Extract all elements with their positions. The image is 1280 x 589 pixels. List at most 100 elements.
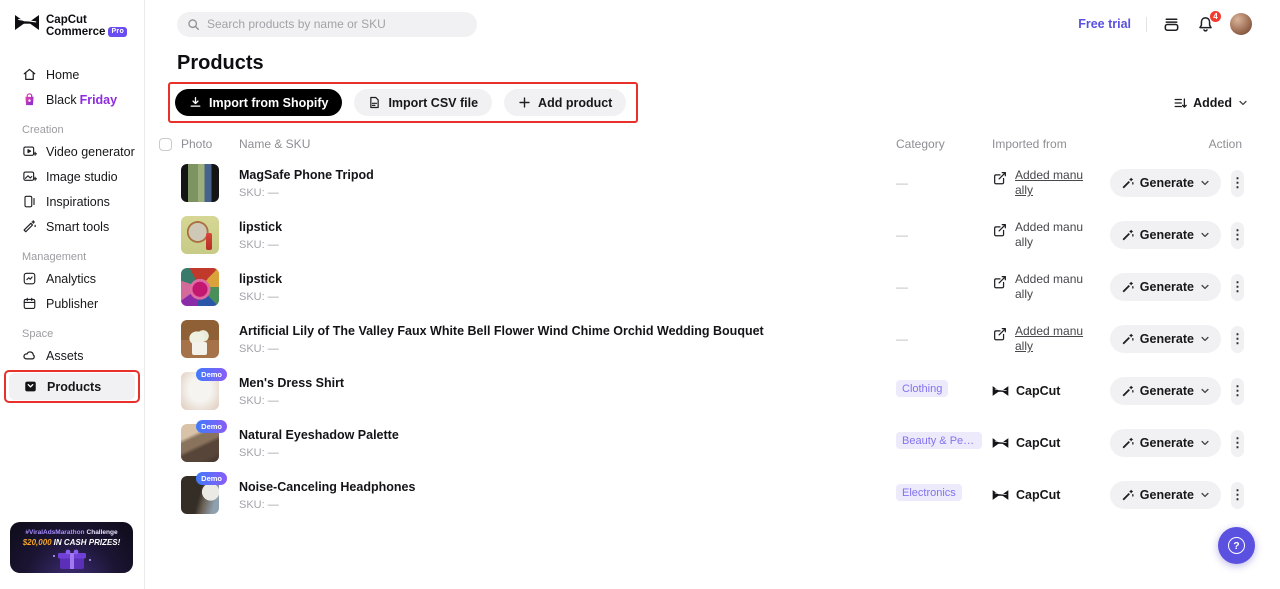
sidebar-item-publisher[interactable]: Publisher	[8, 291, 136, 316]
imported-manual-label[interactable]: Added manually	[1015, 168, 1087, 198]
generate-button[interactable]: Generate	[1109, 273, 1221, 301]
product-name: MagSafe Phone Tripod	[239, 167, 374, 182]
sidebar-item-home[interactable]: Home	[8, 62, 136, 87]
imported-manual: Added manually	[992, 272, 1087, 302]
capcut-logo-icon	[15, 15, 39, 30]
sidebar-item-black-friday[interactable]: Black Friday	[8, 87, 136, 112]
sidebar-item-label: Video generator	[46, 144, 135, 159]
more-options-button[interactable]: ⋮	[1231, 325, 1244, 353]
import-csv-button[interactable]: Import CSV file	[354, 89, 493, 116]
sku-value: —	[267, 394, 279, 407]
cloud-icon	[23, 351, 35, 360]
sidebar-item-image-studio[interactable]: Image studio	[8, 164, 136, 189]
sidebar-item-video-generator[interactable]: Video generator	[8, 139, 136, 164]
generate-label: Generate	[1139, 280, 1194, 294]
imported-cell: CapCut	[992, 488, 1118, 502]
category-empty: —	[896, 280, 908, 294]
video-generator-icon	[23, 146, 37, 156]
import-shopify-label: Import from Shopify	[209, 95, 329, 110]
sort-dropdown[interactable]: Added	[1173, 96, 1248, 110]
generate-button[interactable]: Generate	[1109, 221, 1221, 249]
section-label-space: Space	[22, 328, 54, 341]
plus-icon	[519, 97, 530, 108]
printer-icon[interactable]	[1162, 15, 1181, 34]
generate-button[interactable]: Generate	[1109, 481, 1221, 509]
search-input[interactable]	[207, 17, 467, 31]
help-button[interactable]: ?	[1218, 527, 1255, 564]
sku-value: —	[267, 498, 279, 511]
file-icon	[370, 96, 380, 109]
toolbar-row: Import from Shopify Import CSV file Add …	[168, 82, 1280, 123]
sidebar-item-inspirations[interactable]: Inspirations	[8, 189, 136, 214]
avatar[interactable]	[1230, 13, 1252, 35]
demo-badge: Demo	[196, 368, 227, 381]
action-cell: Generate ⋮	[1109, 221, 1244, 249]
magic-wand-icon	[1122, 333, 1134, 344]
imported-capcut-label: CapCut	[1016, 436, 1061, 450]
sku-label: SKU:	[239, 186, 265, 199]
chevron-down-icon	[1201, 388, 1209, 394]
main-area: Free trial 4 Products	[146, 0, 1280, 589]
more-options-button[interactable]: ⋮	[1231, 273, 1244, 301]
capcut-commerce-logo: CapCut Commerce Pro	[0, 0, 144, 38]
product-photo	[181, 216, 219, 254]
notifications-button[interactable]: 4	[1196, 9, 1222, 34]
capcut-logo-icon	[992, 438, 1009, 448]
annotation-box-toolbar: Import from Shopify Import CSV file Add …	[168, 82, 639, 123]
more-options-button[interactable]: ⋮	[1231, 169, 1244, 197]
import-csv-label: Import CSV file	[388, 95, 479, 110]
imported-manual-label[interactable]: Added manually	[1015, 272, 1087, 302]
generate-button[interactable]: Generate	[1109, 377, 1221, 405]
imported-cell: Added manually	[992, 272, 1118, 302]
sidebar-item-smart-tools[interactable]: Smart tools	[8, 214, 136, 239]
inspirations-icon	[24, 195, 35, 208]
sidebar-item-assets[interactable]: Assets	[8, 343, 136, 368]
product-sku: SKU: —	[239, 187, 884, 199]
select-all-checkbox[interactable]	[159, 137, 172, 151]
imported-cell: Added manually	[992, 168, 1118, 198]
table-row: lipstick SKU: — — Added manually Generat…	[157, 209, 1244, 261]
section-label-management: Management	[22, 251, 87, 264]
category-empty: —	[896, 332, 908, 346]
generate-button[interactable]: Generate	[1109, 325, 1221, 353]
kebab-icon: ⋮	[1231, 175, 1244, 190]
name-cell: lipstick SKU: —	[239, 272, 896, 303]
sidebar-item-label: Smart tools	[46, 219, 110, 234]
product-photo-wrap: Demo	[181, 472, 227, 514]
header-category: Category	[896, 137, 945, 151]
more-options-button[interactable]: ⋮	[1231, 221, 1244, 249]
page-title: Products	[177, 52, 264, 74]
sidebar-item-analytics[interactable]: Analytics	[8, 266, 136, 291]
analytics-icon	[23, 272, 36, 285]
promo-banner[interactable]: #ViralAdsMarathon Challenge $20,000 IN CAS…	[10, 522, 133, 573]
product-name: Artificial Lily of The Valley Faux White…	[239, 323, 764, 338]
imported-manual: Added manually	[992, 220, 1087, 250]
imported-manual-label[interactable]: Added manually	[1015, 324, 1087, 354]
magic-wand-icon	[1122, 281, 1134, 292]
more-options-button[interactable]: ⋮	[1231, 429, 1244, 457]
action-cell: Generate ⋮	[1109, 377, 1244, 405]
more-options-button[interactable]: ⋮	[1231, 377, 1244, 405]
imported-capcut: CapCut	[992, 488, 1060, 502]
chevron-down-icon	[1201, 180, 1209, 186]
add-product-button[interactable]: Add product	[504, 89, 627, 116]
product-name: Natural Eyeshadow Palette	[239, 427, 399, 442]
free-trial-link[interactable]: Free trial	[1078, 17, 1131, 31]
generate-button[interactable]: Generate	[1109, 429, 1221, 457]
kebab-icon: ⋮	[1231, 383, 1244, 398]
category-badge: Clothing	[896, 380, 949, 397]
import-shopify-button[interactable]: Import from Shopify	[175, 89, 343, 116]
imported-manual-label[interactable]: Added manually	[1015, 220, 1087, 250]
table-row: Artificial Lily of The Valley Faux White…	[157, 313, 1244, 365]
more-options-button[interactable]: ⋮	[1231, 481, 1244, 509]
name-cell: Natural Eyeshadow Palette SKU: —	[239, 428, 896, 459]
generate-label: Generate	[1139, 436, 1194, 450]
action-cell: Generate ⋮	[1109, 325, 1244, 353]
magic-wand-icon	[1122, 177, 1134, 188]
sidebar-item-products[interactable]: Products	[9, 373, 135, 401]
section-label-creation: Creation	[22, 124, 64, 137]
gift-graphic	[52, 549, 91, 569]
generate-button[interactable]: Generate	[1109, 169, 1221, 197]
chevron-down-icon	[1201, 492, 1209, 498]
category-cell: —	[896, 330, 992, 348]
